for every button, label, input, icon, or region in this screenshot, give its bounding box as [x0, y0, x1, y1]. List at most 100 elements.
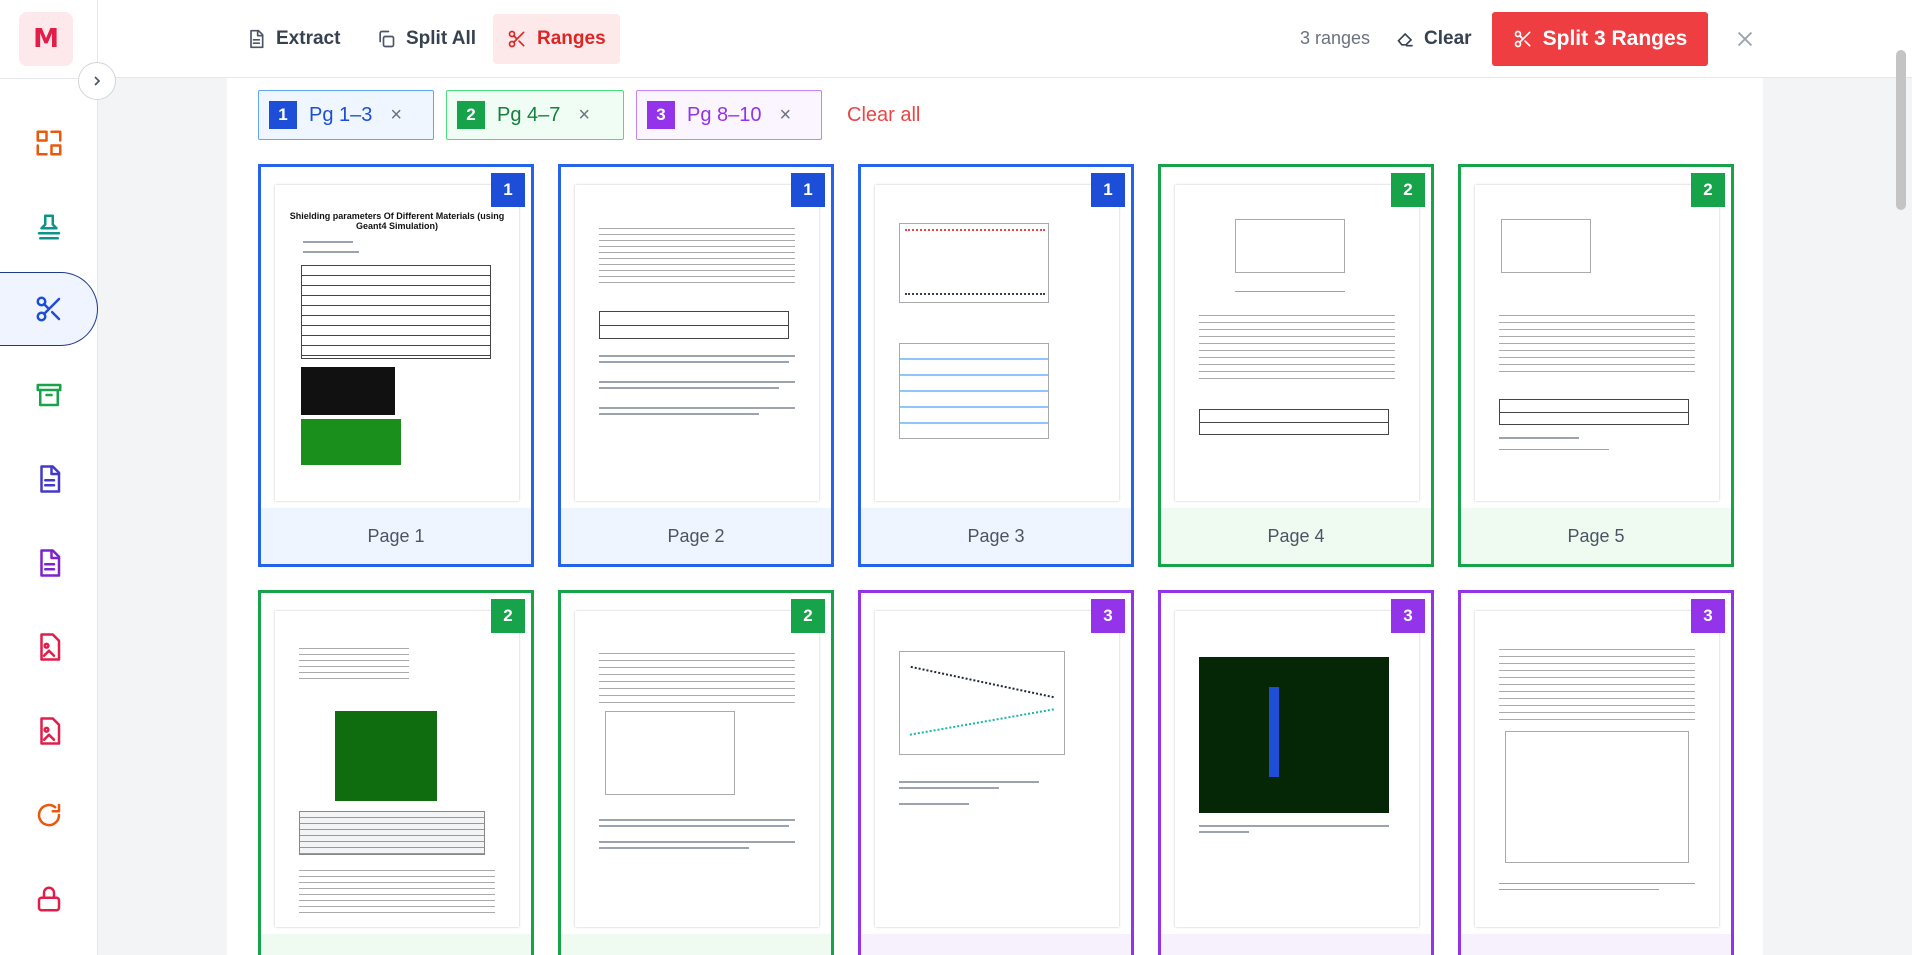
page-label: Page 8	[861, 934, 1131, 955]
eraser-icon	[1397, 32, 1413, 47]
page-thumbnail[interactable]: 2 Page 5	[1458, 164, 1734, 567]
close-button[interactable]	[1728, 22, 1762, 56]
range-badge: 2	[791, 599, 825, 633]
range-chip-2[interactable]: 2 Pg 4–7 ×	[446, 90, 624, 140]
range-badge: 1	[791, 173, 825, 207]
range-badge: 2	[1391, 173, 1425, 207]
image-file-icon	[40, 633, 61, 661]
archive-icon	[36, 383, 62, 407]
rail-item-rotate[interactable]	[0, 778, 98, 852]
page-label: Page 5	[1461, 508, 1731, 564]
left-rail: M	[0, 0, 98, 955]
page-thumbnail[interactable]: 3 Page 9	[1158, 590, 1434, 955]
ranges-label: Ranges	[537, 28, 606, 49]
page-preview	[575, 185, 819, 501]
split-all-label: Split All	[406, 28, 477, 49]
split-ranges-button[interactable]: Split 3 Ranges	[1492, 12, 1708, 66]
page-thumbnail[interactable]: 2 Page 4	[1158, 164, 1434, 567]
page-grid-panel: 1 Pg 1–3 × 2 Pg 4–7 × 3 Pg 8–10 × Clear …	[227, 78, 1763, 955]
rail-item-organize[interactable]	[0, 106, 98, 180]
page-preview	[1475, 185, 1719, 501]
lock-icon	[37, 886, 61, 912]
rail-item-stamp[interactable]	[0, 190, 98, 264]
rail-item-lock[interactable]	[0, 862, 98, 936]
extract-label: Extract	[276, 28, 341, 49]
page-label: Page 6	[261, 934, 531, 955]
page-label: Page 2	[561, 508, 831, 564]
rail-item-archive[interactable]	[0, 358, 98, 432]
rail-expand-toggle[interactable]	[78, 62, 116, 100]
clear-label: Clear	[1424, 28, 1472, 49]
close-icon	[1737, 31, 1753, 47]
split-all-button[interactable]: Split All	[362, 14, 490, 64]
range-badge: 3	[1691, 599, 1725, 633]
range-chip-1[interactable]: 1 Pg 1–3 ×	[258, 90, 434, 140]
range-chip-number: 1	[269, 101, 297, 129]
range-chip-label: Pg 8–10	[687, 103, 762, 126]
page-preview	[575, 611, 819, 927]
split-label: Split 3 Ranges	[1542, 27, 1688, 50]
chevron-right-icon	[94, 76, 101, 86]
page-preview	[875, 611, 1119, 927]
copy-icon	[379, 30, 395, 48]
page-label: Page 4	[1161, 508, 1431, 564]
range-chip-number: 3	[647, 101, 675, 129]
range-chip-3[interactable]: 3 Pg 8–10 ×	[636, 90, 822, 140]
file-text-icon	[250, 29, 264, 49]
page-label: Page 7	[561, 934, 831, 955]
page-preview	[275, 611, 519, 927]
page-thumbnail[interactable]: 2 Page 6	[258, 590, 534, 955]
document-text-icon	[40, 549, 61, 577]
document-icon	[40, 465, 61, 493]
page-thumbnail[interactable]: 3 Page 10	[1458, 590, 1734, 955]
page-label: Page 9	[1161, 934, 1431, 955]
scrollbar-thumb[interactable]	[1896, 50, 1906, 210]
range-badge: 2	[1691, 173, 1725, 207]
remove-range-icon[interactable]: ×	[390, 104, 402, 127]
rail-item-document-alt[interactable]	[0, 526, 98, 600]
page-thumbnail[interactable]: 1 Page 2	[558, 164, 834, 567]
remove-range-icon[interactable]: ×	[578, 104, 590, 127]
rail-item-document[interactable]	[0, 442, 98, 516]
organize-icon	[36, 130, 62, 156]
page-preview	[875, 185, 1119, 501]
page-thumbnail[interactable]: 1 Page 3	[858, 164, 1134, 567]
scissors-icon	[508, 30, 525, 48]
page-thumbnail[interactable]: 2 Page 7	[558, 590, 834, 955]
top-toolbar: Extract Split All Ranges 3 ranges Clear …	[98, 0, 1912, 78]
page-title-text: Shielding parameters Of Different Materi…	[289, 211, 505, 231]
range-badge: 2	[491, 599, 525, 633]
range-badge: 3	[1091, 599, 1125, 633]
scissors-icon	[36, 296, 60, 322]
range-badge: 1	[491, 173, 525, 207]
rail-item-image-convert[interactable]	[0, 694, 98, 768]
page-preview	[1175, 185, 1419, 501]
image-convert-icon	[40, 717, 61, 745]
stamp-icon	[37, 214, 61, 240]
remove-range-icon[interactable]: ×	[780, 104, 792, 127]
scissors-icon	[1514, 30, 1531, 48]
clear-button[interactable]: Clear	[1396, 14, 1472, 64]
range-chip-label: Pg 1–3	[309, 103, 373, 126]
page-preview	[1175, 611, 1419, 927]
range-count: 3 ranges	[1300, 28, 1371, 48]
rail-item-split[interactable]	[0, 272, 98, 346]
page-preview	[1475, 611, 1719, 927]
range-badge: 1	[1091, 173, 1125, 207]
page-label: Page 10	[1461, 934, 1731, 955]
ranges-button[interactable]: Ranges	[493, 14, 620, 64]
range-chip-number: 2	[457, 101, 485, 129]
rotate-icon	[37, 803, 61, 827]
range-chip-label: Pg 4–7	[497, 103, 561, 126]
page-thumbnail[interactable]: 3 Page 8	[858, 590, 1134, 955]
page-preview: Shielding parameters Of Different Materi…	[275, 185, 519, 501]
range-badge: 3	[1391, 599, 1425, 633]
extract-button[interactable]: Extract	[232, 14, 354, 64]
page-label: Page 3	[861, 508, 1131, 564]
app-logo[interactable]: M	[19, 12, 73, 66]
logo-text: M	[33, 24, 59, 54]
clear-all-link[interactable]: Clear all	[847, 104, 920, 127]
rail-item-image-pdf[interactable]	[0, 610, 98, 684]
page-thumbnail[interactable]: Shielding parameters Of Different Materi…	[258, 164, 534, 567]
page-label: Page 1	[261, 508, 531, 564]
